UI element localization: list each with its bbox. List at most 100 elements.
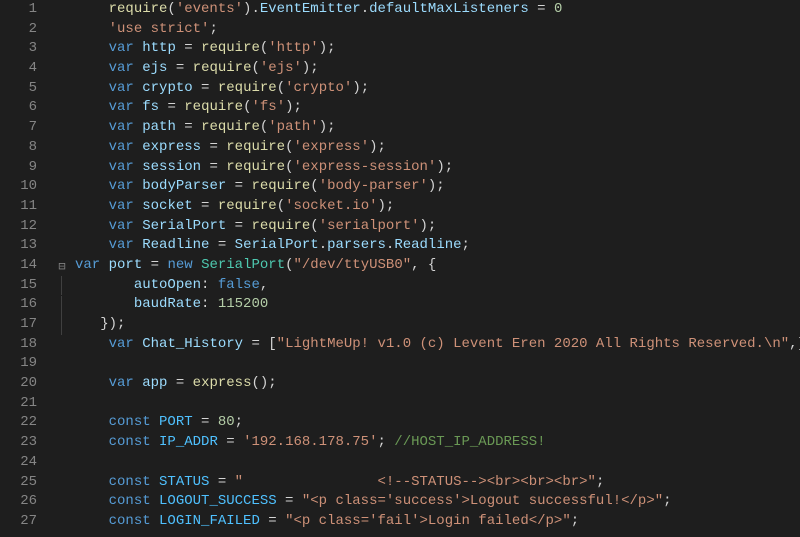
line-number: 17 xyxy=(0,315,37,335)
token-id: path xyxy=(142,119,176,135)
code-line[interactable]: }); xyxy=(75,315,800,335)
token-pl: = xyxy=(260,513,285,529)
token-kw: const xyxy=(109,513,151,529)
token-pl: ); xyxy=(285,99,302,115)
token-pl xyxy=(134,139,142,155)
token-pl xyxy=(134,178,142,194)
token-pl xyxy=(75,237,109,253)
token-pl: ( xyxy=(310,218,318,234)
token-id: express xyxy=(142,139,201,155)
line-number: 21 xyxy=(0,394,37,414)
code-line[interactable]: baudRate: 115200 xyxy=(75,295,800,315)
token-pl xyxy=(75,1,109,17)
line-number: 6 xyxy=(0,98,37,118)
token-pl: = xyxy=(201,139,226,155)
code-line[interactable]: const LOGOUT_SUCCESS = "<p class='succes… xyxy=(75,492,800,512)
code-line[interactable]: 'use strict'; xyxy=(75,20,800,40)
line-number: 23 xyxy=(0,433,37,453)
code-line[interactable]: var port = new SerialPort("/dev/ttyUSB0"… xyxy=(75,256,800,276)
code-line[interactable] xyxy=(75,453,800,473)
token-pl: ( xyxy=(285,257,293,273)
token-pl: ); xyxy=(352,80,369,96)
token-pl: = xyxy=(277,493,302,509)
code-line[interactable]: var Readline = SerialPort.parsers.Readli… xyxy=(75,236,800,256)
token-id: socket xyxy=(142,198,192,214)
token-pl xyxy=(134,60,142,76)
token-pl: . xyxy=(361,1,369,17)
code-area[interactable]: require('events').EventEmitter.defaultMa… xyxy=(73,0,800,537)
code-line[interactable]: const STATUS = " <!--STATUS--><br><br><b… xyxy=(75,473,800,493)
code-line[interactable]: var express = require('express'); xyxy=(75,138,800,158)
code-line[interactable]: var Chat_History = ["LightMeUp! v1.0 (c)… xyxy=(75,335,800,355)
token-id: SerialPort xyxy=(142,218,226,234)
code-line[interactable]: var fs = require('fs'); xyxy=(75,98,800,118)
token-id: Readline xyxy=(394,237,461,253)
code-line[interactable]: var bodyParser = require('body-parser'); xyxy=(75,177,800,197)
token-fn: require xyxy=(218,80,277,96)
token-fn: require xyxy=(184,99,243,115)
indent-guide xyxy=(61,296,62,316)
token-kw: var xyxy=(109,159,134,175)
token-id: session xyxy=(142,159,201,175)
code-line[interactable]: var ejs = require('ejs'); xyxy=(75,59,800,79)
token-pl xyxy=(75,159,109,175)
code-line[interactable]: var socket = require('socket.io'); xyxy=(75,197,800,217)
token-pl xyxy=(75,178,109,194)
token-id: bodyParser xyxy=(142,178,226,194)
token-pl: = xyxy=(142,257,167,273)
token-pl: = xyxy=(176,40,201,56)
token-pl xyxy=(75,474,109,490)
code-line[interactable]: const LOGIN_FAILED = "<p class='fail'>Lo… xyxy=(75,512,800,532)
token-pl xyxy=(75,434,109,450)
code-line[interactable]: var path = require('path'); xyxy=(75,118,800,138)
token-str: "<p class='fail'>Login failed</p>" xyxy=(285,513,571,529)
code-line[interactable]: var app = express(); xyxy=(75,374,800,394)
token-pl xyxy=(151,493,159,509)
token-pl: = xyxy=(193,198,218,214)
token-pl: ); xyxy=(302,60,319,76)
token-pl xyxy=(75,60,109,76)
token-str: 'events' xyxy=(176,1,243,17)
code-line[interactable] xyxy=(75,354,800,374)
code-line[interactable]: autoOpen: false, xyxy=(75,276,800,296)
token-pl xyxy=(75,218,109,234)
token-pl: ); xyxy=(369,139,386,155)
token-pl: : xyxy=(201,296,218,312)
code-editor[interactable]: 1234567891011121314151617181920212223242… xyxy=(0,0,800,537)
token-id: ejs xyxy=(142,60,167,76)
token-str: 'serialport' xyxy=(319,218,420,234)
code-line[interactable]: var SerialPort = require('serialport'); xyxy=(75,217,800,237)
token-pl xyxy=(100,257,108,273)
token-pl xyxy=(134,119,142,135)
token-str: 'express' xyxy=(293,139,369,155)
token-fn: require xyxy=(218,198,277,214)
token-pl: : xyxy=(201,277,218,293)
token-kw: var xyxy=(109,99,134,115)
token-pl xyxy=(134,336,142,352)
line-number: 20 xyxy=(0,374,37,394)
token-fn: require xyxy=(251,178,310,194)
token-id: Readline xyxy=(142,237,209,253)
token-str: 'socket.io' xyxy=(285,198,377,214)
code-line[interactable]: var session = require('express-session')… xyxy=(75,158,800,178)
token-pl: = xyxy=(209,237,234,253)
token-kw: var xyxy=(109,375,134,391)
folding-column[interactable]: ⊟ xyxy=(55,0,73,537)
line-number: 3 xyxy=(0,39,37,59)
code-line[interactable]: const PORT = 80; xyxy=(75,413,800,433)
fold-collapse-icon[interactable]: ⊟ xyxy=(55,258,69,278)
token-pl xyxy=(75,513,109,529)
token-str: 'ejs' xyxy=(260,60,302,76)
token-kw: var xyxy=(109,40,134,56)
code-line[interactable]: const IP_ADDR = '192.168.178.75'; //HOST… xyxy=(75,433,800,453)
indent-guide xyxy=(61,276,62,296)
token-pl xyxy=(75,336,109,352)
token-kw: var xyxy=(109,237,134,253)
line-number: 1 xyxy=(0,0,37,20)
code-line[interactable]: var crypto = require('crypto'); xyxy=(75,79,800,99)
token-cmnt: //HOST_IP_ADDRESS! xyxy=(394,434,545,450)
code-line[interactable] xyxy=(75,394,800,414)
code-line[interactable]: require('events').EventEmitter.defaultMa… xyxy=(75,0,800,20)
code-line[interactable]: var http = require('http'); xyxy=(75,39,800,59)
line-number: 7 xyxy=(0,118,37,138)
